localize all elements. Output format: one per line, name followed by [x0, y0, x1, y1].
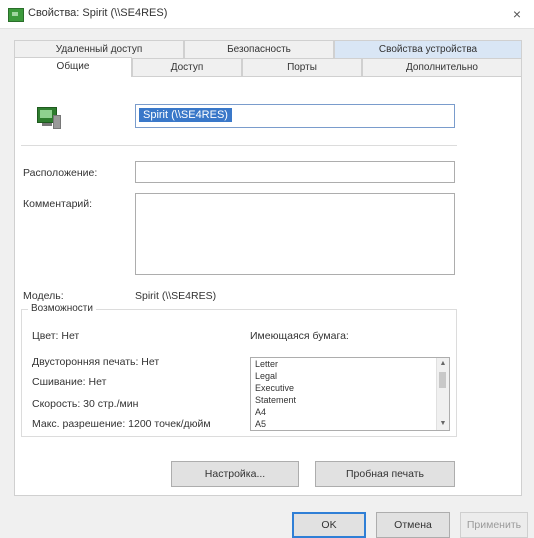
duplex-feature: Двусторонняя печать: Нет: [32, 356, 160, 368]
tab-ports[interactable]: Порты: [242, 58, 362, 76]
speed-feature: Скорость: 30 стр./мин: [32, 398, 139, 410]
list-item[interactable]: A4: [251, 406, 449, 418]
scroll-thumb[interactable]: [439, 372, 446, 388]
scroll-up-icon[interactable]: ▲: [439, 360, 447, 368]
list-item[interactable]: Executive: [251, 382, 449, 394]
model-value: Spirit (\\SE4RES): [135, 290, 217, 302]
apply-button[interactable]: Применить: [460, 512, 528, 538]
printer-icon: [35, 107, 61, 129]
separator: [21, 145, 457, 146]
color-feature: Цвет: Нет: [32, 330, 80, 342]
settings-button[interactable]: Настройка...: [171, 461, 299, 487]
printer-name-value: Spirit (\\SE4RES): [139, 108, 232, 122]
list-item[interactable]: Letter: [251, 358, 449, 370]
list-item[interactable]: Statement: [251, 394, 449, 406]
tab-general[interactable]: Общие: [14, 57, 132, 77]
printer-name-input[interactable]: Spirit (\\SE4RES): [135, 104, 455, 128]
title-bar: Свойства: Spirit (\\SE4RES) ×: [0, 0, 534, 29]
listbox-scrollbar[interactable]: ▲ ▼: [436, 358, 449, 430]
tab-advanced[interactable]: Дополнительно: [362, 58, 522, 76]
paper-label: Имеющаяся бумага:: [250, 330, 349, 342]
features-group: Возможности Цвет: Нет Имеющаяся бумага: …: [21, 303, 457, 437]
location-field[interactable]: [135, 161, 455, 183]
close-button[interactable]: ×: [508, 5, 526, 23]
paper-listbox[interactable]: Letter Legal Executive Statement A4 A5 ▲…: [250, 357, 450, 431]
location-label: Расположение:: [23, 167, 98, 179]
general-panel: Spirit (\\SE4RES) Расположение: Коммента…: [14, 76, 522, 496]
list-item[interactable]: A5: [251, 418, 449, 430]
resolution-feature: Макс. разрешение: 1200 точек/дюйм: [32, 418, 211, 430]
staple-feature: Сшивание: Нет: [32, 376, 107, 388]
tab-device-settings[interactable]: Свойства устройства: [334, 40, 522, 58]
tab-security[interactable]: Безопасность: [184, 40, 334, 58]
tab-row-bottom: Общие Доступ Порты Дополнительно: [14, 57, 522, 77]
window-title: Свойства: Spirit (\\SE4RES): [28, 7, 168, 19]
comment-field[interactable]: [135, 193, 455, 275]
test-page-button[interactable]: Пробная печать: [315, 461, 455, 487]
tab-sharing[interactable]: Доступ: [132, 58, 242, 76]
printer-icon: [8, 8, 24, 22]
features-legend: Возможности: [28, 303, 96, 314]
tab-row-top: Удаленный доступ Безопасность Свойства у…: [14, 40, 522, 58]
tab-remote-access[interactable]: Удаленный доступ: [14, 40, 184, 58]
list-item[interactable]: Legal: [251, 370, 449, 382]
comment-label: Комментарий:: [23, 198, 93, 210]
scroll-down-icon[interactable]: ▼: [439, 420, 447, 428]
ok-button[interactable]: OK: [292, 512, 366, 538]
model-label: Модель:: [23, 290, 64, 302]
cancel-button[interactable]: Отмена: [376, 512, 450, 538]
